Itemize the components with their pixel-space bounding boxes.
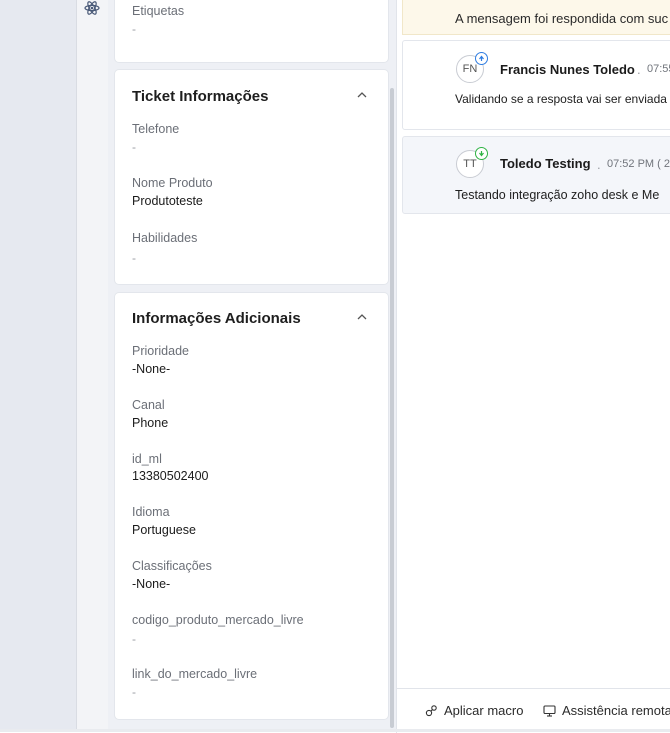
- field-value[interactable]: -None-: [132, 362, 170, 376]
- additional-info-title: Informações Adicionais: [132, 310, 301, 327]
- avatar-initials: FN: [462, 63, 478, 75]
- conversation-area: A mensagem foi respondida com suc FN Fra…: [396, 0, 670, 732]
- field-label: codigo_produto_mercado_livre: [132, 613, 304, 627]
- field-label: Habilidades: [132, 231, 198, 245]
- reply-direction-icon: [475, 147, 488, 160]
- thread-message: Validando se a resposta vai ser enviada: [455, 92, 667, 106]
- thread-item[interactable]: TT Toledo Testing . 07:52 PM ( 27 Testan…: [402, 136, 670, 214]
- field-label: link_do_mercado_livre: [132, 667, 258, 681]
- reply-notice: A mensagem foi respondida com suc: [402, 0, 670, 35]
- field-value[interactable]: Produtoteste: [132, 194, 203, 208]
- field-label: Nome Produto: [132, 176, 213, 190]
- thread-message: Testando integração zoho desk e Me: [455, 188, 660, 202]
- field-label: Prioridade: [132, 344, 189, 358]
- separator-dot: .: [637, 62, 641, 77]
- field-label: Telefone: [132, 122, 180, 136]
- monitor-icon: [543, 704, 556, 717]
- ticket-side-panel: Etiquetas - Ticket Informações Telefone …: [108, 0, 396, 732]
- field-label: Idioma: [132, 505, 170, 519]
- ticket-info-card: Ticket Informações Telefone - Nome Produ…: [115, 70, 388, 284]
- chevron-up-icon[interactable]: [356, 313, 368, 321]
- field-value[interactable]: 13380502400: [132, 469, 208, 483]
- thread-item[interactable]: FN Francis Nunes Toledo . 07:55 Validand…: [402, 40, 670, 130]
- tool-icon-column: [76, 0, 109, 732]
- thread-time: 07:52 PM ( 27: [607, 158, 670, 170]
- app-left-rail: [0, 0, 76, 732]
- field-label: Canal: [132, 398, 165, 412]
- remote-assist-label: Assistência remota: [562, 703, 670, 718]
- side-panel-scrollbar[interactable]: [390, 88, 394, 728]
- thread-author[interactable]: Francis Nunes Toledo: [500, 62, 635, 77]
- ticket-info-title: Ticket Informações: [132, 88, 269, 105]
- field-value: -: [132, 251, 136, 265]
- field-value[interactable]: Phone: [132, 416, 168, 430]
- remote-assist-button[interactable]: Assistência remota: [543, 703, 670, 718]
- additional-info-card: Informações Adicionais Prioridade -None-…: [115, 293, 388, 719]
- avatar-initials: TT: [463, 158, 477, 170]
- field-value: -: [132, 632, 136, 646]
- thread-author[interactable]: Toledo Testing: [500, 156, 591, 171]
- notice-text: A mensagem foi respondida com suc: [455, 11, 669, 26]
- field-value[interactable]: -None-: [132, 577, 170, 591]
- tags-label: Etiquetas: [132, 4, 185, 18]
- tags-card: Etiquetas -: [115, 0, 388, 62]
- reply-direction-icon: [475, 52, 488, 65]
- field-value: -: [132, 140, 136, 154]
- atom-icon[interactable]: [84, 0, 100, 16]
- tags-value: -: [132, 22, 136, 36]
- field-value: -: [132, 685, 136, 699]
- separator-dot: .: [597, 157, 601, 172]
- apply-macro-button[interactable]: Aplicar macro: [425, 703, 523, 718]
- thread-time: 07:55: [647, 63, 670, 75]
- field-label: Classificações: [132, 559, 212, 573]
- action-footer: Aplicar macro Assistência remota: [396, 688, 670, 733]
- apply-macro-label: Aplicar macro: [444, 703, 524, 718]
- field-value[interactable]: Portuguese: [132, 523, 196, 537]
- macro-icon: [425, 705, 437, 717]
- field-label: id_ml: [132, 452, 162, 466]
- chevron-up-icon[interactable]: [356, 91, 368, 99]
